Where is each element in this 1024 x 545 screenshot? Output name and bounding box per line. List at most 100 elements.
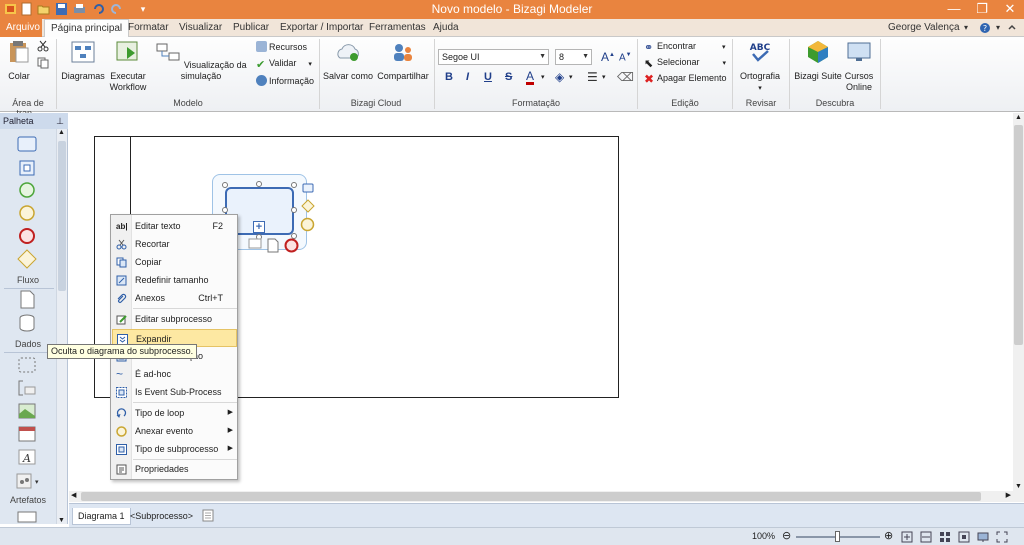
- menu-item-anexar-evento[interactable]: Anexar evento ▶: [112, 422, 237, 440]
- informacao-button[interactable]: Informação: [256, 75, 314, 86]
- zoom-out-icon[interactable]: ⊖: [782, 529, 791, 542]
- canvas-vertical-scrollbar[interactable]: ▲ ▼: [1013, 113, 1024, 491]
- scroll-up-icon[interactable]: ▲: [58, 129, 65, 136]
- validar-dropdown-icon[interactable]: ▾: [308, 61, 312, 68]
- horizontal-scroll-thumb[interactable]: [81, 492, 981, 501]
- annotation-icon[interactable]: [15, 377, 39, 399]
- bold-button[interactable]: B: [445, 71, 453, 83]
- tab-visualizar[interactable]: Visualizar: [173, 19, 228, 37]
- quick-task-icon[interactable]: [302, 182, 314, 194]
- salvar-como-button[interactable]: Salvar como: [322, 40, 374, 82]
- menu-item-tipo-de-loop[interactable]: Tipo de loop ▶: [112, 404, 237, 422]
- data-object-icon[interactable]: [15, 288, 39, 310]
- fullscreen-icon[interactable]: [996, 531, 1008, 543]
- paste-button[interactable]: Colar: [4, 40, 34, 82]
- print-icon[interactable]: [73, 2, 86, 16]
- tab-ferramentas[interactable]: Ferramentas: [363, 19, 432, 37]
- quick-access-dropdown-icon[interactable]: ▾: [138, 0, 148, 19]
- menu-item-redefinir-tamanho[interactable]: Redefinir tamanho: [112, 271, 237, 289]
- cursos-online-button[interactable]: Cursos Online: [843, 40, 875, 93]
- tab-formatar[interactable]: Formatar: [122, 19, 175, 37]
- scroll-down-icon[interactable]: ▼: [58, 517, 65, 524]
- recursos-button[interactable]: Recursos: [256, 41, 307, 52]
- menu-item-e-ad-hoc[interactable]: ~ É ad-hoc: [112, 365, 237, 383]
- menu-item-propriedades[interactable]: Propriedades: [112, 460, 237, 478]
- presentation-icon[interactable]: [977, 531, 989, 543]
- menu-item-tipo-de-subprocesso[interactable]: Tipo de subprocesso ▶: [112, 440, 237, 458]
- quick-data-object-icon[interactable]: [266, 238, 280, 253]
- end-event-icon[interactable]: [15, 225, 39, 247]
- quick-gateway-icon[interactable]: [301, 199, 315, 213]
- fill-color-dropdown-icon[interactable]: ▾: [569, 73, 573, 81]
- executar-workflow-button[interactable]: Executar Workflow: [106, 40, 150, 93]
- data-store-icon[interactable]: [15, 312, 39, 334]
- scroll-up-icon[interactable]: ▲: [1015, 114, 1022, 121]
- canvas-horizontal-scrollbar[interactable]: ◀ ▶: [69, 491, 1013, 502]
- header-icon[interactable]: [15, 423, 39, 445]
- ortografia-dropdown-icon[interactable]: ▾: [758, 85, 762, 92]
- apagar-elemento-button[interactable]: ✖ Apagar Elemento: [644, 73, 727, 85]
- tab-exportar-importar[interactable]: Exportar / Importar: [274, 19, 369, 37]
- validar-button[interactable]: ✔ Validar ▾: [256, 58, 312, 71]
- palette-scrollbar[interactable]: ▲ ▼: [56, 129, 67, 524]
- tab-ajuda[interactable]: Ajuda: [427, 19, 465, 37]
- actual-size-icon[interactable]: [958, 531, 970, 543]
- strikethrough-button[interactable]: S: [505, 71, 512, 83]
- vertical-scroll-thumb[interactable]: [1014, 125, 1023, 345]
- redo-icon[interactable]: [110, 2, 123, 16]
- bizagi-suite-button[interactable]: Bizagi Suite: [793, 40, 843, 82]
- image-icon[interactable]: [15, 400, 39, 422]
- quick-end-event-icon[interactable]: [284, 238, 299, 253]
- compartilhar-button[interactable]: Compartilhar: [374, 40, 432, 82]
- tab-pagina-principal[interactable]: Página principal: [44, 19, 130, 38]
- group-shape-icon[interactable]: [15, 354, 39, 376]
- new-diagram-tab-icon[interactable]: [202, 509, 214, 522]
- undo-icon[interactable]: [92, 2, 105, 16]
- swimlane-icon[interactable]: [15, 509, 39, 523]
- fill-color-icon[interactable]: ◈: [555, 70, 564, 84]
- scroll-right-icon[interactable]: ▶: [1006, 491, 1011, 499]
- copy-icon[interactable]: [37, 57, 49, 69]
- ribbon-minimize-icon[interactable]: [1007, 23, 1017, 33]
- menu-item-recortar[interactable]: Recortar: [112, 235, 237, 253]
- ortografia-button[interactable]: ABC Ortografia ▾: [736, 40, 784, 94]
- grow-font-icon[interactable]: A▲: [601, 50, 615, 64]
- tab-diagrama-1[interactable]: Diagrama 1: [72, 508, 131, 525]
- tab-subprocesso[interactable]: <Subprocesso>: [125, 508, 198, 525]
- pin-icon[interactable]: ⊥: [56, 113, 64, 129]
- quick-intermediate-event-icon[interactable]: [300, 217, 315, 232]
- menu-item-is-event-sub-process[interactable]: Is Event Sub-Process: [112, 383, 237, 401]
- selecionar-button[interactable]: ⬉ Selecionar ▾: [644, 57, 726, 70]
- quick-annotation-icon[interactable]: [248, 238, 262, 250]
- encontrar-button[interactable]: ⚭ Encontrar ▾: [644, 41, 726, 54]
- menu-item-anexos[interactable]: Anexos Ctrl+T: [112, 289, 237, 307]
- zoom-in-icon[interactable]: ⊕: [884, 529, 893, 542]
- fit-width-icon[interactable]: [920, 531, 932, 543]
- zoom-slider-thumb[interactable]: [835, 531, 840, 542]
- save-icon[interactable]: [55, 2, 68, 16]
- restore-button[interactable]: ❐: [968, 0, 996, 19]
- text-icon[interactable]: A: [15, 446, 39, 468]
- visualizacao-simulacao-button[interactable]: Visualização da simulação: [150, 40, 252, 82]
- selecionar-dropdown-icon[interactable]: ▾: [723, 60, 727, 67]
- underline-button[interactable]: U: [484, 71, 492, 83]
- more-artifacts-icon[interactable]: ▾: [15, 470, 39, 492]
- scroll-down-icon[interactable]: ▼: [1015, 483, 1022, 490]
- task-shape-icon[interactable]: [15, 133, 39, 155]
- open-folder-icon[interactable]: [37, 2, 50, 16]
- grid-view-icon[interactable]: [939, 531, 951, 543]
- shrink-font-icon[interactable]: A▼: [619, 52, 632, 63]
- start-event-icon[interactable]: [15, 179, 39, 201]
- scroll-left-icon[interactable]: ◀: [71, 491, 76, 499]
- user-name[interactable]: George Valença: [882, 19, 966, 37]
- help-dropdown-icon[interactable]: ▾: [990, 19, 1006, 37]
- tab-arquivo[interactable]: Arquivo: [0, 19, 42, 37]
- cut-icon[interactable]: [37, 40, 49, 52]
- close-button[interactable]: ✕: [996, 0, 1024, 19]
- diagramas-button[interactable]: Diagramas: [60, 40, 106, 82]
- user-dropdown-icon[interactable]: ▾: [958, 19, 974, 37]
- font-family-select[interactable]: Segoe UI ▼: [438, 49, 549, 65]
- align-dropdown-icon[interactable]: ▾: [602, 73, 606, 81]
- encontrar-dropdown-icon[interactable]: ▾: [722, 44, 726, 51]
- eraser-icon[interactable]: ⌫: [617, 70, 634, 84]
